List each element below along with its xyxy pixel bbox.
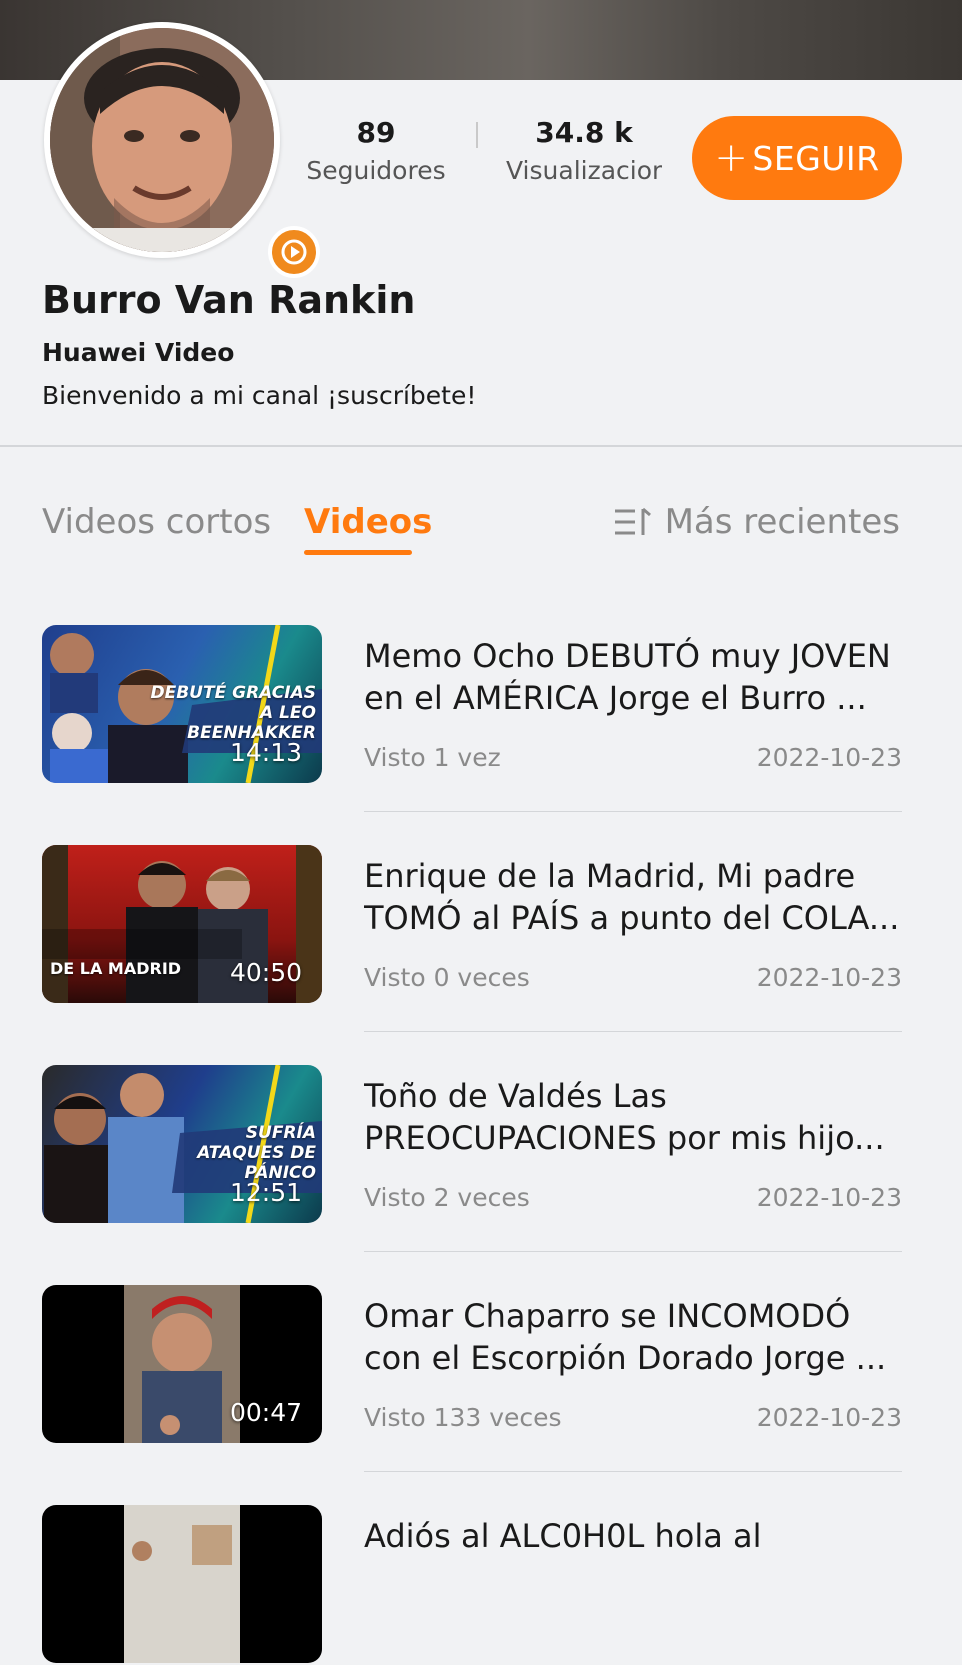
video-duration: 40:50 xyxy=(229,958,302,987)
video-duration: 14:13 xyxy=(229,738,302,767)
play-circle-icon xyxy=(268,226,320,278)
video-views: Visto 1 vez xyxy=(364,743,501,772)
list-divider xyxy=(364,1471,902,1472)
follow-button-label: SEGUIR xyxy=(752,138,880,178)
avatar-image xyxy=(50,28,274,252)
sort-label: Más recientes xyxy=(664,502,900,542)
channel-name: Burro Van Rankin xyxy=(42,278,416,322)
tab-videos[interactable]: Videos xyxy=(304,500,432,544)
tab-short-videos[interactable]: Videos cortos xyxy=(42,500,271,544)
thumbnail-caption: DE LA MADRID xyxy=(50,959,182,978)
sort-dropdown[interactable]: Más recientes xyxy=(613,500,900,544)
video-thumbnail[interactable]: DE LA MADRID 40:50 xyxy=(42,845,322,1003)
video-views: Visto 2 veces xyxy=(364,1183,530,1212)
sort-lines-icon xyxy=(614,507,651,535)
header-divider xyxy=(0,445,962,447)
list-divider xyxy=(364,1031,902,1032)
video-title[interactable]: Memo Ocho DEBUTÓ muy JOVEN en el AMÉRICA… xyxy=(364,635,904,719)
video-views: Visto 0 veces xyxy=(364,963,530,992)
views-stat: 34.8 k Visualizaciones xyxy=(506,116,662,188)
video-item[interactable]: Adiós al ALC0H0L hola al xyxy=(42,1505,902,1665)
followers-label: Seguidores xyxy=(306,156,446,185)
video-title[interactable]: Toño de Valdés Las PREOCUPACIONES por mi… xyxy=(364,1075,904,1159)
video-duration: 00:47 xyxy=(229,1398,302,1427)
video-title[interactable]: Omar Chaparro se INCOMODÓ con el Escorpi… xyxy=(364,1295,904,1379)
video-date: 2022-10-23 xyxy=(756,743,902,772)
video-thumbnail[interactable]: SUFRÍA ATAQUES DE PÁNICO 12:51 xyxy=(42,1065,322,1223)
video-duration: 12:51 xyxy=(229,1178,302,1207)
thumbnail-caption: DEBUTÉ GRACIAS A LEO BEENHAKKER xyxy=(150,683,317,743)
video-item[interactable]: SUFRÍA ATAQUES DE PÁNICO 12:51 Toño de V… xyxy=(42,1065,904,1252)
active-tab-indicator xyxy=(304,550,412,555)
video-views: Visto 133 veces xyxy=(364,1403,562,1432)
channel-description: Bienvenido a mi canal ¡suscríbete! xyxy=(42,381,477,410)
video-item[interactable]: 00:47 Omar Chaparro se INCOMODÓ con el E… xyxy=(42,1285,904,1472)
follow-button[interactable]: + SEGUIR xyxy=(692,116,902,200)
list-divider xyxy=(364,1251,902,1252)
video-thumbnail[interactable] xyxy=(42,1505,322,1663)
avatar-portrait-icon xyxy=(50,28,274,252)
video-thumbnail[interactable]: 00:47 xyxy=(42,1285,322,1443)
channel-subtitle: Huawei Video xyxy=(42,338,235,367)
video-item[interactable]: DE LA MADRID 40:50 Enrique de la Madrid,… xyxy=(42,845,904,1032)
video-date: 2022-10-23 xyxy=(756,1183,902,1212)
stats-divider xyxy=(476,122,478,148)
channel-avatar[interactable] xyxy=(44,22,320,278)
video-title[interactable]: Adiós al ALC0H0L hola al xyxy=(364,1515,904,1599)
views-label: Visualizaciones xyxy=(506,156,662,185)
plus-icon: + xyxy=(714,135,749,181)
video-date: 2022-10-23 xyxy=(756,963,902,992)
thumbnail-art-icon xyxy=(124,1505,240,1663)
video-title[interactable]: Enrique de la Madrid, Mi padre TOMÓ al P… xyxy=(364,855,904,939)
views-count: 34.8 k xyxy=(535,116,633,149)
followers-count: 89 xyxy=(356,116,396,149)
video-thumbnail[interactable]: DEBUTÉ GRACIAS A LEO BEENHAKKER 14:13 xyxy=(42,625,322,783)
video-date: 2022-10-23 xyxy=(756,1403,902,1432)
video-item[interactable]: DEBUTÉ GRACIAS A LEO BEENHAKKER 14:13 Me… xyxy=(42,625,904,812)
list-divider xyxy=(364,811,902,812)
followers-stat: 89 Seguidores xyxy=(300,116,452,188)
thumbnail-caption: SUFRÍA ATAQUES DE PÁNICO xyxy=(197,1123,316,1183)
